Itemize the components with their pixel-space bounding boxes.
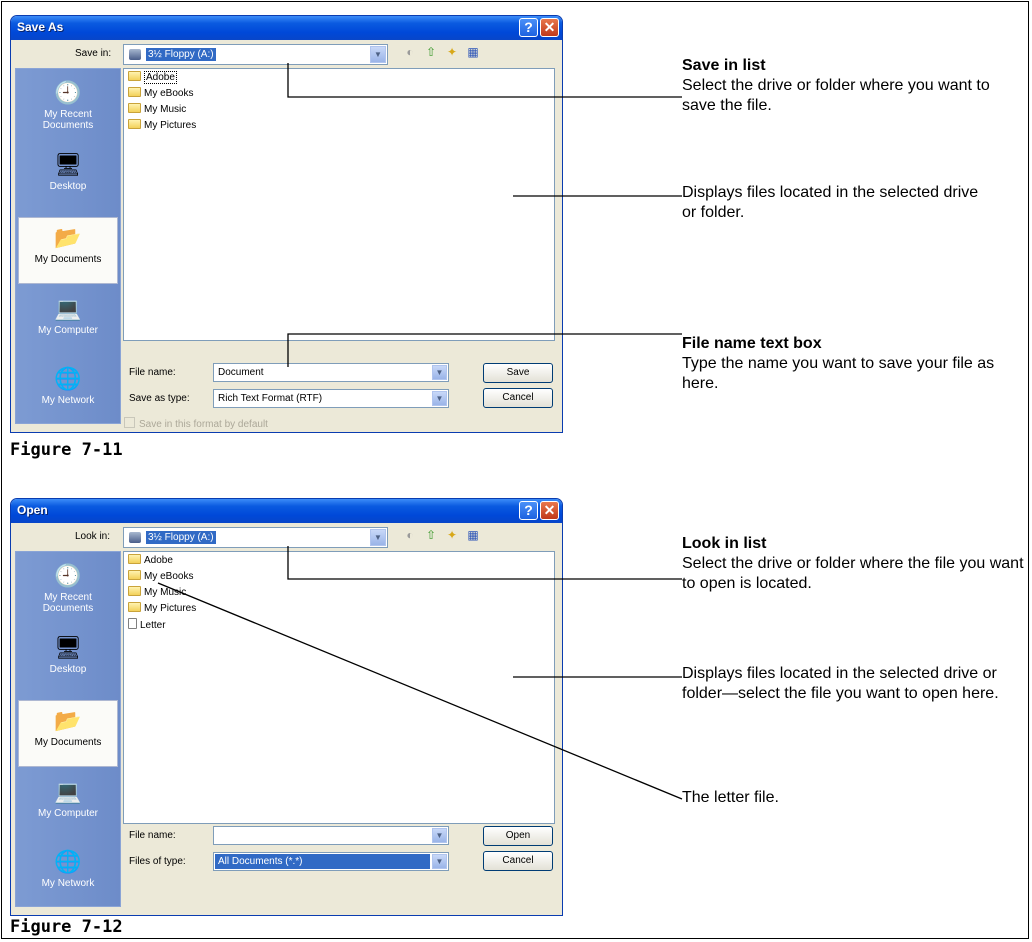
callout-line [287, 333, 682, 367]
callout-line [287, 63, 682, 98]
callout-lines [157, 63, 683, 800]
callout-line [157, 582, 683, 800]
callout-line [287, 546, 682, 580]
